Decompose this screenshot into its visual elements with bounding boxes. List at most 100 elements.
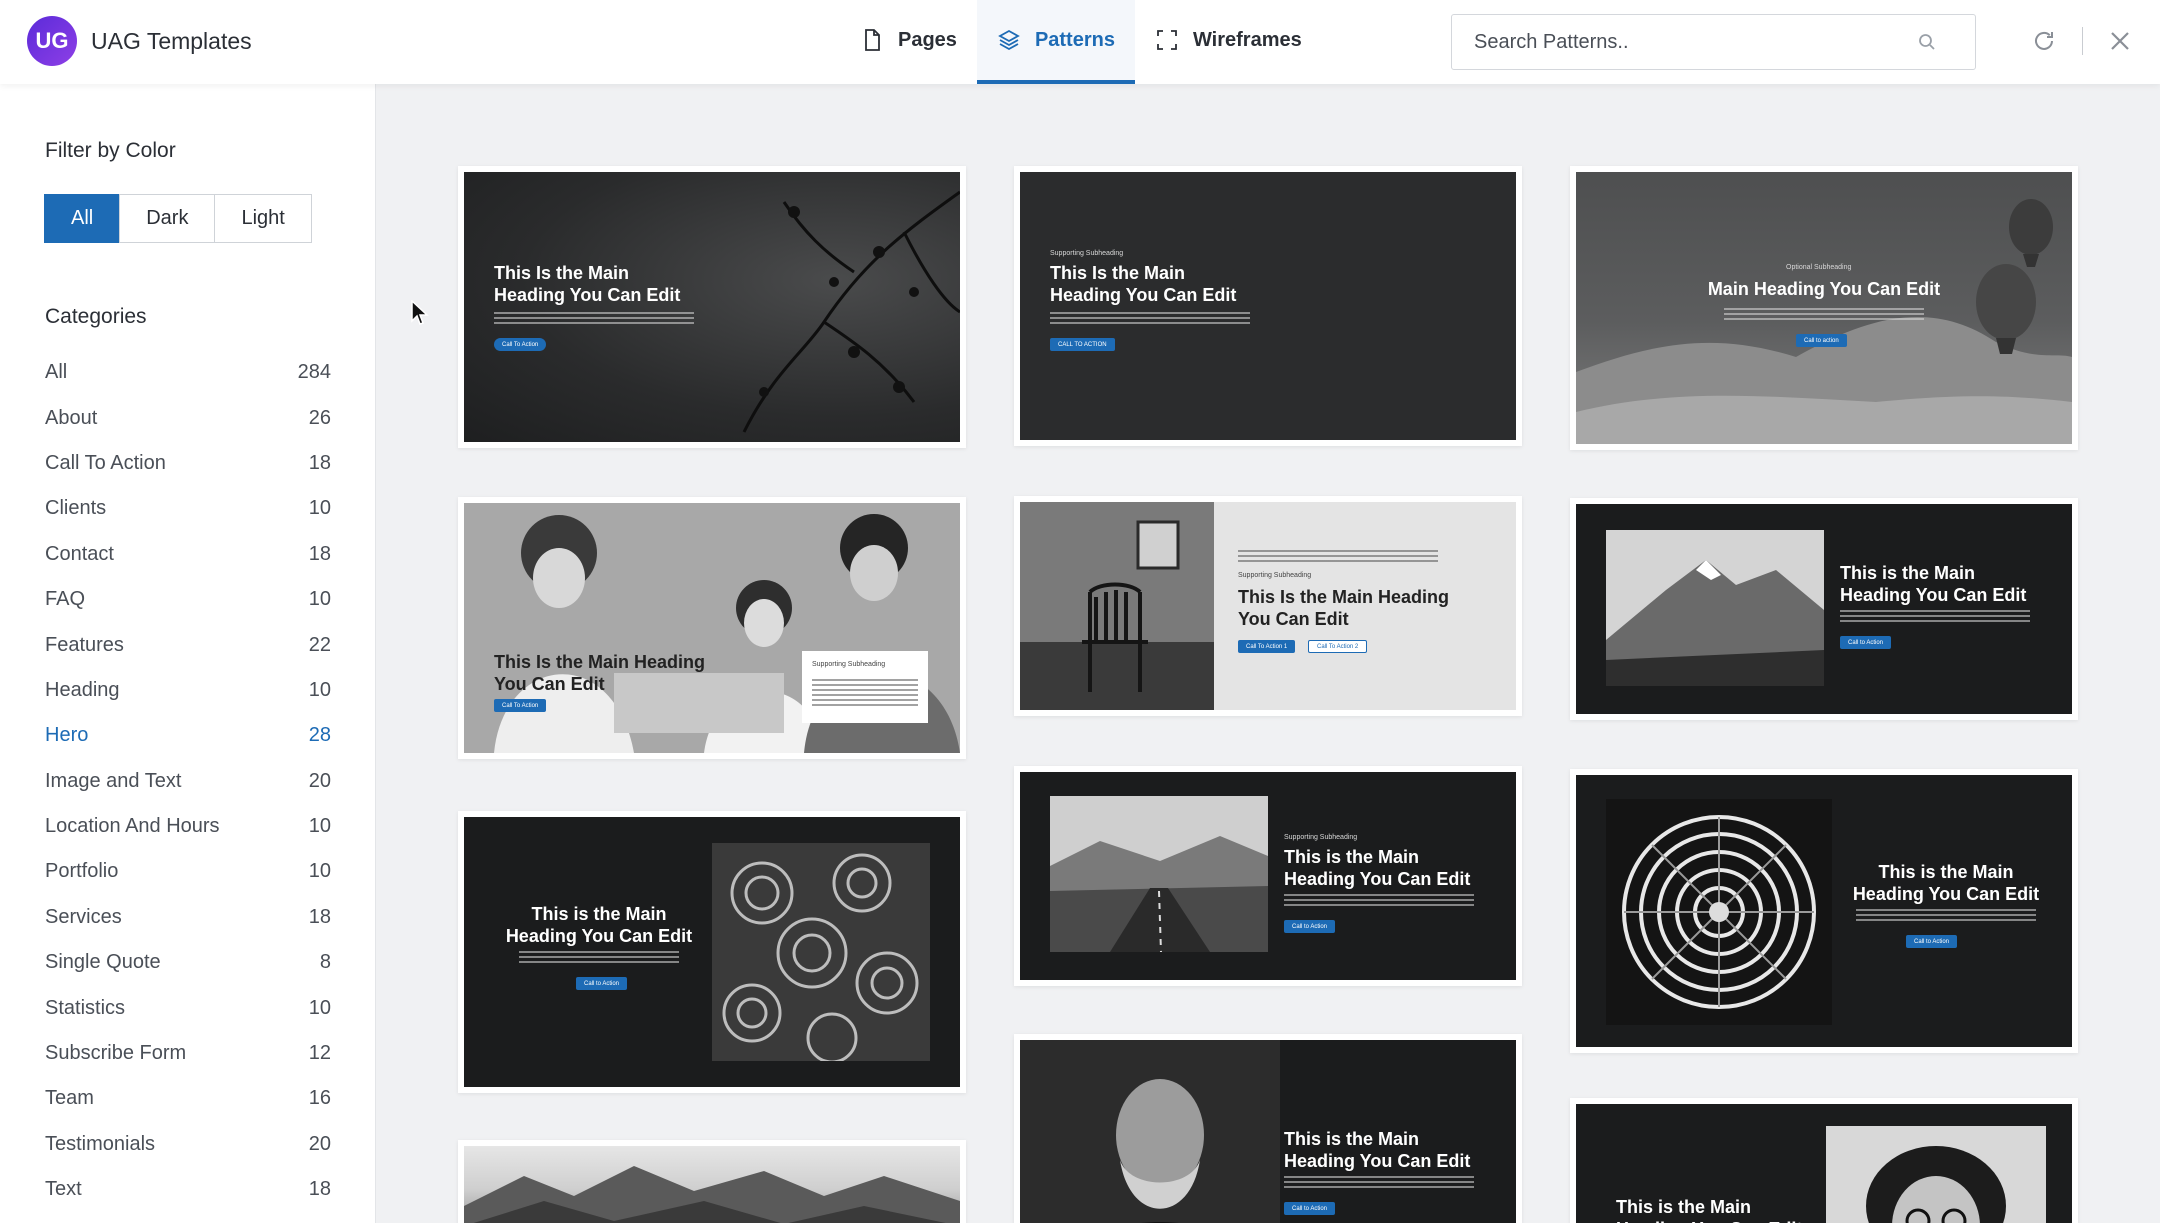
- category-item[interactable]: FAQ 10: [45, 577, 331, 622]
- pattern-thumbnail: This is the Main Heading You Can Edit Ca…: [464, 817, 960, 1087]
- pattern-heading: This Is the Main Heading You Can Edit: [1050, 263, 1237, 305]
- filter-dark-button[interactable]: Dark: [119, 194, 216, 243]
- pattern-body-text: [1284, 894, 1474, 908]
- pattern-body-text: [1284, 1176, 1474, 1190]
- pattern-body-text: [1724, 308, 1924, 322]
- mouse-cursor-icon: [411, 300, 429, 325]
- filter-title: Filter by Color: [45, 139, 176, 162]
- search-icon[interactable]: [1917, 32, 1937, 52]
- road-landscape-image: [1050, 796, 1268, 952]
- pattern-body-text: [1050, 312, 1250, 326]
- pattern-card[interactable]: This is the Main Heading You Can Edit Ca…: [458, 811, 966, 1093]
- tab-wireframes[interactable]: Wireframes: [1135, 0, 1322, 84]
- category-item[interactable]: All 284: [45, 350, 331, 395]
- pattern-body-text: [1856, 909, 2036, 923]
- pattern-subheading: Supporting Subheading: [1238, 572, 1312, 579]
- category-item[interactable]: Call To Action 18: [45, 441, 331, 486]
- pattern-body-text: [494, 312, 694, 326]
- pattern-cta-button: Call To Action: [494, 338, 547, 351]
- tab-wireframes-label: Wireframes: [1192, 28, 1302, 51]
- pattern-thumbnail: This Is the Main Heading You Can Edit Ca…: [464, 172, 960, 442]
- pattern-card[interactable]: Supporting Subheading This Is the Main H…: [1014, 496, 1522, 716]
- pattern-heading: This is the Main Heading You Can Edit: [1852, 862, 2040, 904]
- category-item[interactable]: Text 18: [45, 1167, 331, 1212]
- pattern-subheading: Supporting Subheading: [812, 661, 886, 668]
- category-item[interactable]: Clients 10: [45, 486, 331, 531]
- page-icon: [860, 28, 884, 52]
- color-filter-group: All Dark Light: [44, 194, 312, 243]
- pattern-body-text: [1238, 550, 1438, 564]
- search-box: [1451, 14, 1976, 70]
- pattern-cta-button: Call To Action: [494, 699, 547, 712]
- pattern-card[interactable]: Supporting Subheading This Is the Main H…: [1014, 166, 1522, 446]
- pattern-info-box: Supporting Subheading: [802, 651, 928, 723]
- pattern-cta-button-primary: Call To Action 1: [1238, 640, 1296, 653]
- pattern-cta-button: Call to Action: [1840, 636, 1892, 649]
- app-logo: UG: [27, 16, 77, 66]
- pattern-thumbnail: This is the Main Heading You Can Edit Ca…: [1020, 1040, 1516, 1223]
- layers-icon: [997, 28, 1021, 52]
- pattern-thumbnail: Supporting Subheading This Is the Main H…: [1020, 172, 1516, 440]
- pattern-thumbnail: This is the Main Heading You Can Edit Ca…: [1576, 504, 2072, 714]
- search-input[interactable]: [1474, 15, 1914, 69]
- chair-interior-image: [1020, 502, 1214, 710]
- category-item[interactable]: Team 16: [45, 1076, 331, 1121]
- pattern-thumbnail: This Is the Main Heading You Can Edit Ca…: [464, 503, 960, 753]
- category-item[interactable]: Heading 10: [45, 668, 331, 713]
- dahlia-flower-image: [1606, 799, 1832, 1025]
- top-bar: UG UAG Templates Pages Patterns Wirefram…: [0, 0, 2160, 84]
- pattern-card[interactable]: This Is the Main Heading You Can Edit Ca…: [458, 166, 966, 448]
- category-item[interactable]: Testimonials 20: [45, 1122, 331, 1167]
- filter-light-button[interactable]: Light: [214, 194, 312, 243]
- pattern-cta-button: Call to Action: [1284, 920, 1336, 933]
- pattern-subheading: Supporting Subheading: [1284, 834, 1358, 841]
- pattern-card[interactable]: This Is the Main Heading You Can Edit Ca…: [458, 497, 966, 759]
- category-item[interactable]: Portfolio 10: [45, 849, 331, 894]
- category-item-active[interactable]: Hero 28: [45, 713, 331, 758]
- pattern-card[interactable]: This is the Main Heading You Can Edit Ca…: [1570, 769, 2078, 1053]
- pattern-card[interactable]: This is the Main Heading You Can Edit Ca…: [1570, 498, 2078, 720]
- pattern-heading: This Is the Main Heading You Can Edit: [494, 263, 681, 305]
- pattern-card[interactable]: Supporting Subheading This is the Main H…: [1014, 766, 1522, 986]
- pattern-heading: This Is the Main Heading You Can Edit: [494, 652, 706, 694]
- pattern-heading: This Is the Main Heading You Can Edit: [1238, 587, 1450, 629]
- pattern-subheading: Supporting Subheading: [1050, 250, 1124, 257]
- pattern-subheading: Optional Subheading: [1786, 264, 1852, 271]
- tab-patterns[interactable]: Patterns: [976, 0, 1135, 84]
- refresh-icon[interactable]: [2030, 27, 2058, 55]
- pattern-card[interactable]: This is the Main Heading You Can Edit Ca…: [1014, 1034, 1522, 1223]
- pattern-card[interactable]: Optional Subheading Main Heading You Can…: [1570, 166, 2078, 450]
- category-item[interactable]: Statistics 10: [45, 985, 331, 1030]
- category-item[interactable]: Single Quote 8: [45, 940, 331, 985]
- pattern-card[interactable]: This is the Main Heading You Can Edit: [1570, 1098, 2078, 1223]
- category-item[interactable]: Features 22: [45, 622, 331, 667]
- pattern-body-text: [519, 951, 679, 965]
- man-portrait-image: [1020, 1040, 1280, 1223]
- pattern-cta-button-secondary: Call To Action 2: [1308, 640, 1368, 653]
- pattern-thumbnail: This is the Main Heading You Can Edit: [1576, 1104, 2072, 1223]
- category-item[interactable]: Subscribe Form 12: [45, 1031, 331, 1076]
- pattern-card[interactable]: [458, 1140, 966, 1223]
- mountain-peak-image: [1606, 530, 1824, 686]
- category-item[interactable]: Contact 18: [45, 532, 331, 577]
- category-item[interactable]: Services 18: [45, 895, 331, 940]
- tab-pages[interactable]: Pages: [840, 0, 977, 84]
- pattern-thumbnail: [464, 1146, 960, 1223]
- succulent-image: [712, 843, 930, 1061]
- category-item[interactable]: Image and Text 20: [45, 759, 331, 804]
- pattern-body-text: [1840, 610, 2030, 624]
- pattern-cta-button: CALL TO ACTION: [1050, 338, 1115, 351]
- tab-pages-label: Pages: [898, 28, 957, 51]
- pattern-thumbnail: Supporting Subheading This Is the Main H…: [1020, 502, 1516, 710]
- close-icon[interactable]: [2107, 28, 2133, 54]
- pattern-cta-button: Call to Action: [576, 977, 628, 990]
- pattern-body-text: [812, 679, 918, 707]
- filter-all-button[interactable]: All: [44, 194, 121, 243]
- pattern-heading: This is the Main Heading You Can Edit: [505, 904, 693, 946]
- category-item[interactable]: About 26: [45, 395, 331, 440]
- pattern-cta-button: Call to Action: [1906, 935, 1958, 948]
- category-item[interactable]: Location And Hours 10: [45, 804, 331, 849]
- sidebar: Filter by Color All Dark Light Categorie…: [0, 84, 376, 1223]
- category-list: All 284 About 26 Call To Action 18 Clients 1…: [45, 350, 331, 1212]
- frame-icon: [1155, 28, 1179, 52]
